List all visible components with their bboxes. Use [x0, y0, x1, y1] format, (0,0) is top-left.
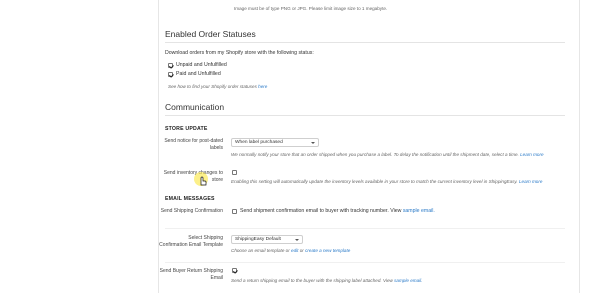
chevron-down-icon: [295, 239, 299, 241]
shipping-confirmation-text: Send shipment confirmation email to buye…: [240, 208, 435, 214]
paid-unfulfilled-checkbox[interactable]: [168, 72, 173, 77]
return-shipping-text: Send a return shipping email to the buye…: [231, 278, 422, 283]
settings-panel: Image must be of type PNG or JPG. Please…: [158, 0, 580, 293]
inventory-changes-help-text: Enabling this setting will automatically…: [231, 179, 518, 184]
post-dated-notice-help: We normally notify your store that an or…: [231, 152, 544, 157]
communication-heading: Communication: [165, 102, 225, 112]
divider: [165, 115, 565, 116]
store-update-heading: STORE UPDATE: [165, 126, 208, 132]
chevron-down-icon: [311, 142, 315, 144]
order-statuses-heading: Enabled Order Statuses: [165, 29, 256, 39]
return-shipping-label: Send Buyer Return Shipping Email: [159, 268, 223, 281]
email-template-help-or2: or: [299, 248, 304, 253]
hand-cursor-icon: [200, 176, 207, 186]
return-shipping-description: Send a return shipping email to the buye…: [231, 278, 393, 283]
email-template-select[interactable]: ShippingEasy Default: [231, 235, 303, 244]
inventory-learn-more-link[interactable]: Learn more: [519, 179, 543, 184]
return-shipping-sample-link[interactable]: sample email.: [394, 278, 422, 283]
shipping-confirmation-label: Send Shipping Confirmation: [160, 208, 223, 214]
unpaid-unfulfilled-label: Unpaid and Unfulfilled: [176, 62, 227, 68]
inventory-changes-help: Enabling this setting will automatically…: [231, 179, 542, 184]
order-status-help-text: See how to find your Shopify order statu…: [168, 84, 257, 89]
order-status-help-link[interactable]: here: [258, 84, 267, 89]
post-dated-notice-select-value: When label purchased: [235, 140, 283, 145]
post-dated-notice-help-text: We normally notify your store that an or…: [231, 152, 519, 157]
email-template-help-or1: or: [285, 248, 290, 253]
right-gutter: [580, 0, 600, 293]
inventory-changes-checkbox[interactable]: [232, 170, 237, 175]
image-size-note: Image must be of type PNG or JPG. Please…: [234, 6, 388, 11]
email-template-help-text: Choose an email template: [231, 248, 285, 253]
shipping-confirmation-checkbox[interactable]: [232, 209, 237, 214]
return-shipping-checkbox[interactable]: [232, 268, 237, 273]
email-messages-heading: EMAIL MESSAGES: [165, 196, 215, 202]
post-dated-learn-more-link[interactable]: Learn more: [520, 152, 544, 157]
unpaid-unfulfilled-checkbox[interactable]: [168, 63, 173, 68]
divider: [165, 42, 565, 43]
shipping-confirmation-description: Send shipment confirmation email to buye…: [240, 208, 402, 214]
post-dated-notice-select[interactable]: When label purchased: [231, 138, 319, 147]
left-gutter: [0, 0, 157, 293]
order-statuses-description: Download orders from my Shopify store wi…: [165, 50, 314, 56]
post-dated-notice-label: Send notice for post-dated labels: [164, 138, 223, 151]
email-template-help: Choose an email template or edit or crea…: [231, 248, 350, 253]
divider: [165, 262, 565, 263]
divider: [165, 228, 565, 229]
email-template-select-value: ShippingEasy Default: [235, 237, 281, 242]
order-status-help: See how to find your Shopify order statu…: [168, 84, 267, 89]
edit-template-link[interactable]: edit: [291, 248, 298, 253]
paid-unfulfilled-label: Paid and Unfulfilled: [176, 71, 221, 77]
create-template-link[interactable]: create a new template: [305, 248, 350, 253]
shipping-confirmation-sample-link[interactable]: sample email.: [403, 208, 435, 214]
email-template-label: Select Shipping Confirmation Email Templ…: [159, 235, 223, 248]
inventory-changes-label: Send inventory changes to store: [163, 170, 223, 183]
